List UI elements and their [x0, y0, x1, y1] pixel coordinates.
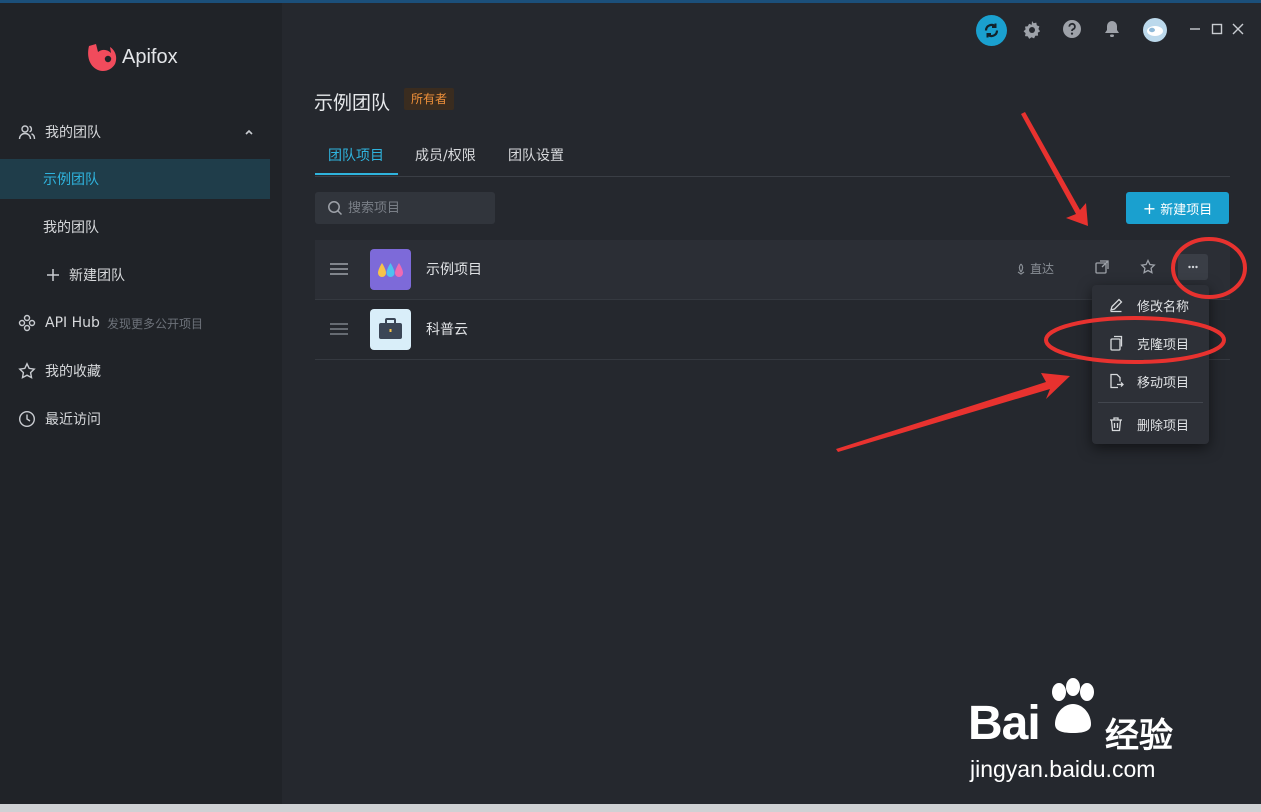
sidebar-item-new-team[interactable]: 新建团队	[0, 255, 270, 295]
sidebar: Apifox 我的团队 示例团队 我的团队 新建团队 API Hub 发现更多公…	[0, 3, 282, 804]
menu-item-label: 移动项目	[1137, 376, 1190, 391]
active-tab-indicator	[315, 173, 398, 175]
chevron-up-icon[interactable]	[243, 126, 255, 138]
move-file-icon	[1110, 373, 1124, 389]
menu-item-move[interactable]: 移动项目	[1092, 363, 1209, 399]
apifox-logo-icon	[88, 44, 117, 72]
open-external-icon[interactable]	[1094, 259, 1110, 275]
more-horizontal-icon	[1188, 265, 1198, 269]
minimize-icon[interactable]	[1188, 22, 1202, 36]
sidebar-item-my-team[interactable]: 我的团队	[0, 207, 270, 247]
bell-icon[interactable]	[1102, 19, 1122, 39]
sidebar-item-api-hub[interactable]: API Hub 发现更多公开项目	[0, 303, 270, 343]
api-hub-icon	[18, 314, 36, 332]
project-thumbnail	[370, 309, 411, 350]
users-icon	[18, 125, 36, 140]
drag-handle-icon[interactable]	[329, 322, 349, 336]
star-icon[interactable]	[1140, 259, 1156, 275]
window-bottom-edge	[0, 804, 1261, 812]
close-icon[interactable]	[1231, 22, 1245, 36]
tab-team-projects[interactable]: 团队项目	[328, 145, 384, 165]
sidebar-item-favorites[interactable]: 我的收藏	[0, 351, 270, 391]
api-hub-hint: 发现更多公开项目	[107, 316, 204, 331]
sidebar-item-recent[interactable]: 最近访问	[0, 399, 270, 439]
direct-link-label: 直达	[1030, 262, 1055, 276]
plus-icon: +	[1142, 198, 1157, 218]
help-icon[interactable]	[1062, 19, 1082, 39]
project-name[interactable]: 示例项目	[426, 259, 482, 279]
star-icon	[18, 362, 36, 379]
search-box[interactable]	[315, 192, 495, 224]
sidebar-item-label: 新建团队	[69, 268, 125, 284]
tab-members[interactable]: 成员/权限	[415, 145, 476, 165]
new-project-label: 新建项目	[1160, 202, 1213, 218]
sidebar-item-label: 我的团队	[43, 220, 99, 236]
more-options-button[interactable]	[1178, 254, 1208, 280]
search-input[interactable]	[348, 192, 488, 224]
app-name: Apifox	[122, 45, 178, 68]
app-logo: Apifox	[84, 40, 178, 74]
sync-icon[interactable]	[976, 15, 1007, 46]
sidebar-group-label: 我的团队	[45, 125, 101, 141]
tab-team-settings[interactable]: 团队设置	[508, 145, 564, 165]
menu-divider	[1098, 402, 1203, 403]
menu-item-label: 克隆项目	[1137, 338, 1190, 353]
menu-item-label: 删除项目	[1137, 419, 1190, 434]
search-icon	[328, 201, 343, 216]
sidebar-item-label: 示例团队	[43, 172, 99, 188]
watermark: Bai 经验 jingyan.baidu.com	[968, 678, 1208, 788]
tab-bar: 团队项目 成员/权限 团队设置	[315, 140, 1230, 177]
copy-icon	[1110, 335, 1123, 351]
menu-item-rename[interactable]: 修改名称	[1092, 287, 1209, 323]
sidebar-item-label: API Hub	[45, 315, 100, 331]
watermark-url: jingyan.baidu.com	[970, 756, 1156, 782]
rocket-icon	[1017, 263, 1025, 275]
annotation-arrow-right	[836, 373, 1070, 452]
watermark-brand-cn: 经验	[1105, 716, 1173, 756]
project-name[interactable]: 科普云	[426, 319, 468, 339]
sidebar-group-my-teams[interactable]: 我的团队	[0, 112, 270, 152]
menu-item-label: 修改名称	[1137, 300, 1190, 315]
role-badge: 所有者	[404, 88, 455, 110]
project-thumbnail	[370, 249, 411, 290]
watermark-brand: Bai	[968, 697, 1041, 750]
paw-logo-icon	[1052, 678, 1094, 733]
trash-icon	[1110, 417, 1122, 432]
page-title: 示例团队	[314, 92, 391, 114]
menu-item-delete[interactable]: 删除项目	[1092, 406, 1209, 442]
new-project-button[interactable]: + 新建项目	[1126, 192, 1229, 224]
sidebar-item-label: 最近访问	[45, 412, 101, 428]
drag-handle-icon[interactable]	[329, 262, 349, 276]
avatar[interactable]	[1143, 18, 1167, 42]
clock-icon	[18, 410, 36, 428]
plus-icon	[47, 269, 59, 281]
sidebar-item-label: 我的收藏	[45, 364, 101, 380]
gear-icon[interactable]	[1021, 19, 1043, 41]
edit-icon	[1110, 298, 1123, 313]
direct-link[interactable]: 直达	[1015, 260, 1054, 277]
menu-item-clone[interactable]: 克隆项目	[1092, 325, 1209, 361]
maximize-icon[interactable]	[1210, 22, 1224, 36]
context-menu: 修改名称 克隆项目 移动项目 删除项目	[1092, 285, 1209, 444]
sidebar-item-example-team[interactable]: 示例团队	[0, 159, 270, 199]
